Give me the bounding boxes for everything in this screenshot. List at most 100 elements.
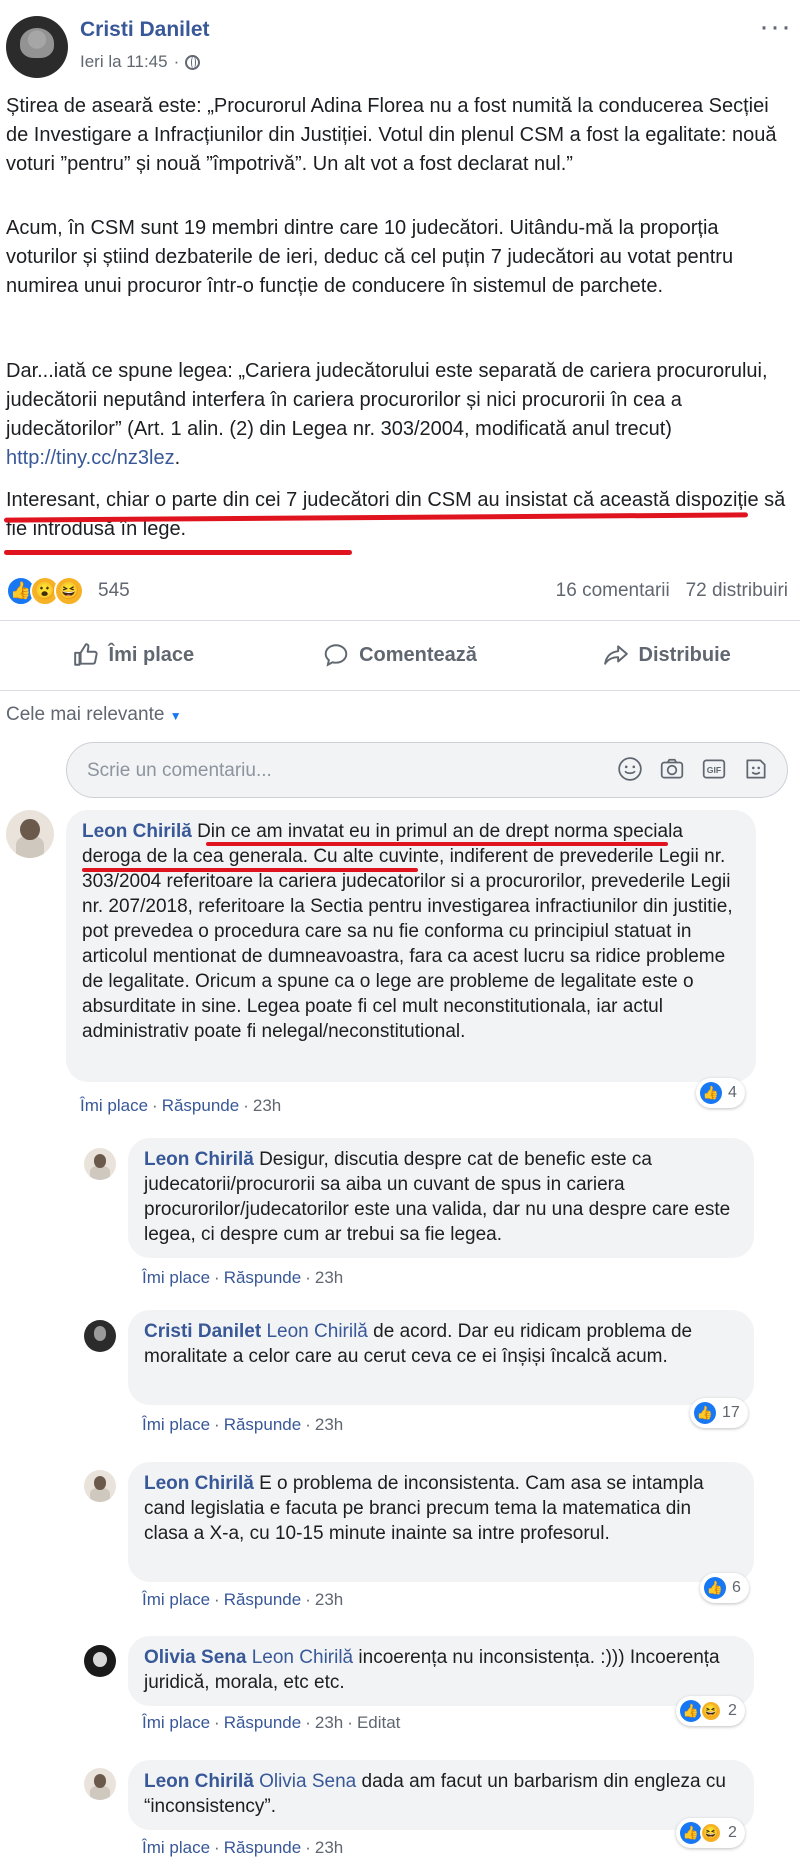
annotation-underline [82, 868, 418, 872]
post-author[interactable]: Cristi Danilet [80, 18, 210, 42]
comment-author[interactable]: Olivia Sena [144, 1647, 246, 1668]
reaction-icons[interactable]: 👍 😮 😆 [6, 576, 84, 606]
separator: · [214, 1713, 220, 1732]
comment-like-link[interactable]: Îmi place [142, 1838, 210, 1857]
sticker-icon[interactable] [743, 756, 769, 782]
post-actions: Îmi place Comentează Distribuie [0, 620, 800, 690]
post-paragraph-3: Dar...iată ce spune legea: „Cariera jude… [6, 357, 786, 473]
comment-mention[interactable]: Leon Chirilă [252, 1647, 353, 1668]
comment-reaction-count: 6 [732, 1579, 741, 1596]
comment-reaction-count: 17 [722, 1404, 740, 1421]
post-timestamp[interactable]: Ieri la 11:45 [80, 52, 168, 72]
share-label: Distribuie [638, 643, 731, 666]
comment-reaction-count: 2 [728, 1702, 737, 1719]
comment-reply-link[interactable]: Răspunde [224, 1590, 302, 1609]
comment-like-link[interactable]: Îmi place [142, 1415, 210, 1434]
edited-label: Editat [356, 1713, 401, 1732]
like-reaction-icon: 👍 [694, 1402, 716, 1424]
reactions-count[interactable]: 545 [98, 580, 130, 602]
comment-author[interactable]: Leon Chirilă [82, 821, 192, 842]
commenter-avatar[interactable] [6, 810, 54, 858]
comment-time[interactable]: 23h [253, 1096, 281, 1115]
separator: · [152, 1096, 158, 1115]
like-reaction-icon: 👍 [700, 1082, 722, 1104]
comment-reactions[interactable]: 👍 😆 2 [676, 1696, 745, 1726]
comment-reply-link[interactable]: Răspunde [162, 1096, 240, 1115]
share-button[interactable]: Distribuie [533, 620, 800, 690]
separator: · [305, 1415, 311, 1434]
comment-like-link[interactable]: Îmi place [142, 1268, 210, 1287]
comment-reactions[interactable]: 👍 6 [700, 1573, 749, 1603]
link-suffix: . [174, 447, 181, 469]
comment-text: Din ce am invatat eu in primul an de dre… [82, 821, 733, 1042]
haha-reaction-icon: 😆 [54, 576, 84, 606]
comment-reply-link[interactable]: Răspunde [224, 1838, 302, 1857]
haha-reaction-icon: 😆 [700, 1822, 722, 1844]
camera-icon[interactable] [659, 756, 685, 782]
comment-button[interactable]: Comentează [267, 620, 534, 690]
caret-down-icon: ▼ [169, 709, 182, 723]
comment-like-link[interactable]: Îmi place [80, 1096, 148, 1115]
emoji-icon[interactable] [617, 756, 643, 782]
post-paragraph-1: Știrea de aseară este: „Procurorul Adina… [6, 95, 777, 175]
comment-bubble: Leon Chirilă E o problema de inconsisten… [128, 1462, 754, 1582]
comment-reply-link[interactable]: Răspunde [224, 1415, 302, 1434]
comments-count[interactable]: 16 comentarii [556, 580, 670, 601]
comment-reaction-count: 2 [728, 1824, 737, 1841]
comment-bubble: Olivia Sena Leon Chirilă incoerența nu i… [128, 1636, 754, 1706]
author-avatar[interactable] [6, 16, 68, 78]
comment-time[interactable]: 23h [315, 1268, 343, 1287]
comment-reply-link[interactable]: Răspunde [224, 1713, 302, 1732]
comment-input[interactable]: Scrie un comentariu... [87, 760, 272, 782]
comment-label: Comentează [359, 643, 477, 666]
comment-author[interactable]: Leon Chirilă [144, 1771, 254, 1792]
thumbs-up-icon [73, 643, 98, 666]
dot-separator: · [173, 52, 180, 71]
comment-reply-link[interactable]: Răspunde [224, 1268, 302, 1287]
post-link[interactable]: http://tiny.cc/nz3lez [6, 447, 175, 469]
more-options-icon[interactable]: ··· [759, 10, 792, 44]
comment-bubble: Leon Chirilă Desigur, discutia despre ca… [128, 1138, 754, 1258]
comment-reaction-count: 4 [728, 1084, 737, 1101]
comment-like-link[interactable]: Îmi place [142, 1713, 210, 1732]
separator: · [214, 1415, 220, 1434]
composer-icons: GIF [617, 756, 769, 782]
comment-author[interactable]: Leon Chirilă [144, 1149, 254, 1170]
annotation-underline [4, 550, 352, 555]
comment-like-link[interactable]: Îmi place [142, 1590, 210, 1609]
comment-actions: Îmi place · Răspunde · 23h [142, 1590, 343, 1610]
separator: · [305, 1590, 311, 1609]
comment-filter-dropdown[interactable]: Cele mai relevante ▼ [6, 704, 182, 726]
commenter-avatar[interactable] [84, 1768, 116, 1800]
comment-reactions[interactable]: 👍 17 [690, 1398, 748, 1428]
separator: · [305, 1838, 311, 1857]
like-label: Îmi place [108, 643, 195, 666]
comment-actions: Îmi place · Răspunde · 23h [142, 1838, 343, 1858]
commenter-avatar[interactable] [84, 1645, 116, 1677]
globe-icon [185, 54, 201, 70]
comment-reactions[interactable]: 👍 😆 2 [676, 1818, 745, 1848]
like-button[interactable]: Îmi place [0, 620, 267, 690]
comment-time[interactable]: 23h [315, 1415, 343, 1434]
shares-count[interactable]: 72 distribuiri [686, 580, 788, 601]
commenter-avatar[interactable] [84, 1148, 116, 1180]
comment-actions: Îmi place · Răspunde · 23h · Editat [142, 1713, 400, 1733]
comment-reactions[interactable]: 👍 4 [696, 1078, 745, 1108]
commenter-avatar[interactable] [84, 1470, 116, 1502]
separator: · [305, 1268, 311, 1287]
comment-time[interactable]: 23h [315, 1590, 343, 1609]
comment-time[interactable]: 23h [315, 1838, 343, 1857]
post-meta: Ieri la 11:45 · [80, 52, 201, 72]
gif-icon[interactable]: GIF [701, 756, 727, 782]
separator: · [347, 1713, 353, 1732]
comment-mention[interactable]: Olivia Sena [259, 1771, 356, 1792]
comment-composer[interactable]: Scrie un comentariu... GIF [66, 742, 788, 798]
like-reaction-icon: 👍 [680, 1700, 702, 1722]
commenter-avatar[interactable] [84, 1320, 116, 1352]
divider [0, 690, 800, 691]
comment-mention[interactable]: Leon Chirilă [266, 1321, 367, 1342]
post-paragraph-3-text: Dar...iată ce spune legea: „Cariera jude… [6, 360, 768, 440]
comment-author[interactable]: Cristi Danilet [144, 1321, 261, 1342]
comment-time[interactable]: 23h [315, 1713, 343, 1732]
comment-author[interactable]: Leon Chirilă [144, 1473, 254, 1494]
